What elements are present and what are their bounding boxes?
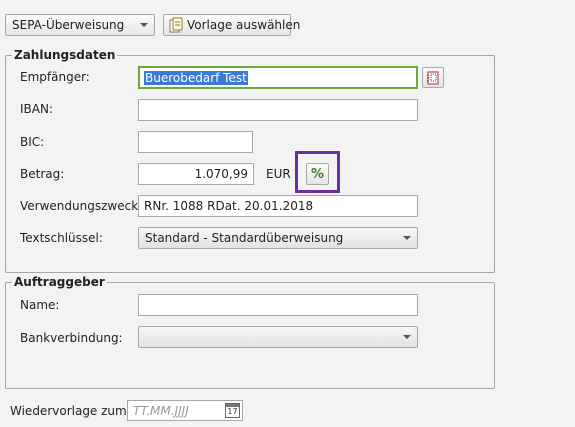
transfer-type-dropdown[interactable]: SEPA-Überweisung: [5, 14, 155, 36]
percent-icon: %: [310, 166, 325, 182]
resubmission-placeholder: TT.MM.JJJJ: [133, 403, 189, 418]
textkey-label: Textschlüssel:: [20, 231, 103, 245]
purpose-value: RNr. 1088 RDat. 20.01.2018: [144, 199, 314, 213]
recipient-value: Buerobedarf Test: [144, 70, 248, 85]
resubmission-date-input[interactable]: TT.MM.JJJJ 17: [127, 400, 243, 421]
calendar-icon[interactable]: 17: [225, 403, 240, 418]
iban-input[interactable]: [138, 99, 418, 121]
address-book-icon: [427, 71, 439, 84]
principal-legend: Auftraggeber: [14, 275, 105, 289]
resubmission-label: Wiedervorlage zum:: [10, 404, 131, 418]
purpose-label: Verwendungszweck:: [20, 199, 143, 213]
chevron-down-icon: [403, 335, 411, 339]
amount-label: Betrag:: [20, 167, 65, 181]
recipient-input[interactable]: Buerobedarf Test: [138, 66, 418, 89]
bank-label: Bankverbindung:: [20, 331, 123, 345]
bank-dropdown[interactable]: [138, 326, 418, 348]
name-input[interactable]: [138, 294, 418, 316]
chevron-down-icon: [403, 236, 411, 240]
amount-input[interactable]: 1.070,99: [138, 163, 254, 185]
address-book-button[interactable]: [422, 67, 444, 88]
bic-input[interactable]: [138, 131, 253, 153]
purpose-input[interactable]: RNr. 1088 RDat. 20.01.2018: [138, 195, 418, 217]
select-template-label: Vorlage auswählen: [187, 18, 301, 32]
transfer-type-value: SEPA-Überweisung: [12, 18, 125, 32]
amount-value: 1.070,99: [194, 167, 248, 181]
select-template-button[interactable]: Vorlage auswählen: [163, 14, 300, 36]
bic-label: BIC:: [20, 135, 45, 149]
calendar-day: 17: [227, 407, 238, 416]
iban-label: IBAN:: [20, 102, 53, 116]
currency-label: EUR: [266, 167, 291, 181]
payment-data-legend: Zahlungsdaten: [14, 48, 116, 62]
document-icon: [169, 17, 183, 33]
name-label: Name:: [20, 298, 60, 312]
textkey-value: Standard - Standardüberweisung: [145, 231, 344, 245]
textkey-dropdown[interactable]: Standard - Standardüberweisung: [138, 227, 418, 249]
chevron-down-icon: [140, 23, 148, 27]
percent-button[interactable]: %: [306, 163, 329, 185]
recipient-label: Empfänger:: [20, 70, 90, 84]
